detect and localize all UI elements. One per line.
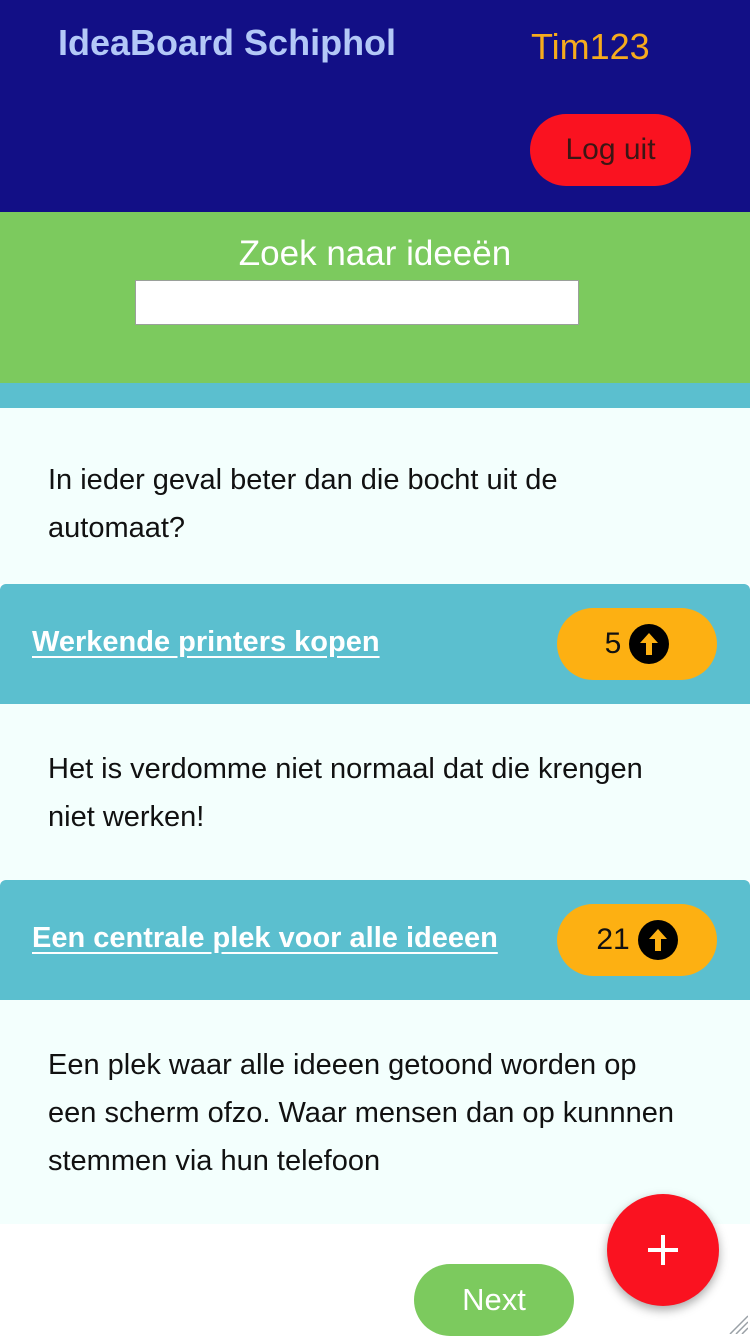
arrow-up-circle-icon [637, 920, 678, 960]
vote-count: 21 [596, 923, 630, 956]
search-section: Zoek naar ideeën [0, 212, 750, 383]
app-header: IdeaBoard Schiphol Tim123 Log uit [0, 0, 750, 212]
plus-icon [648, 1235, 678, 1265]
upvote-button[interactable]: 5 [557, 608, 717, 680]
resize-grip-icon[interactable] [726, 1312, 748, 1334]
idea-header: Werkende printers kopen 5 [0, 584, 750, 704]
search-label: Zoek naar ideeën [238, 234, 512, 273]
idea-description: Het is verdomme niet normaal dat die kre… [48, 753, 643, 833]
app-title: IdeaBoard Schiphol [58, 22, 397, 63]
list-top-strip [0, 383, 750, 408]
idea-header: Een centrale plek voor alle ideeen 21 [0, 880, 750, 1000]
idea-description: In ieder geval beter dan die bocht uit d… [48, 464, 558, 544]
arrow-up-circle-icon [629, 624, 670, 664]
idea-body: In ieder geval beter dan die bocht uit d… [0, 408, 750, 584]
idea-title-link[interactable]: Werkende printers kopen [32, 626, 380, 659]
username: Tim123 [531, 26, 650, 67]
search-input[interactable] [135, 280, 579, 325]
next-page-button[interactable]: Next [414, 1264, 574, 1336]
add-idea-button[interactable] [607, 1194, 719, 1306]
idea-body: Een plek waar alle ideeen getoond worden… [0, 1000, 750, 1224]
vote-count: 5 [604, 627, 622, 660]
upvote-button[interactable]: 21 [557, 904, 717, 976]
idea-title-link[interactable]: Een centrale plek voor alle ideeen [32, 922, 498, 955]
logout-button[interactable]: Log uit [530, 114, 691, 186]
idea-body: Het is verdomme niet normaal dat die kre… [0, 704, 750, 880]
idea-description: Een plek waar alle ideeen getoond worden… [48, 1049, 675, 1177]
